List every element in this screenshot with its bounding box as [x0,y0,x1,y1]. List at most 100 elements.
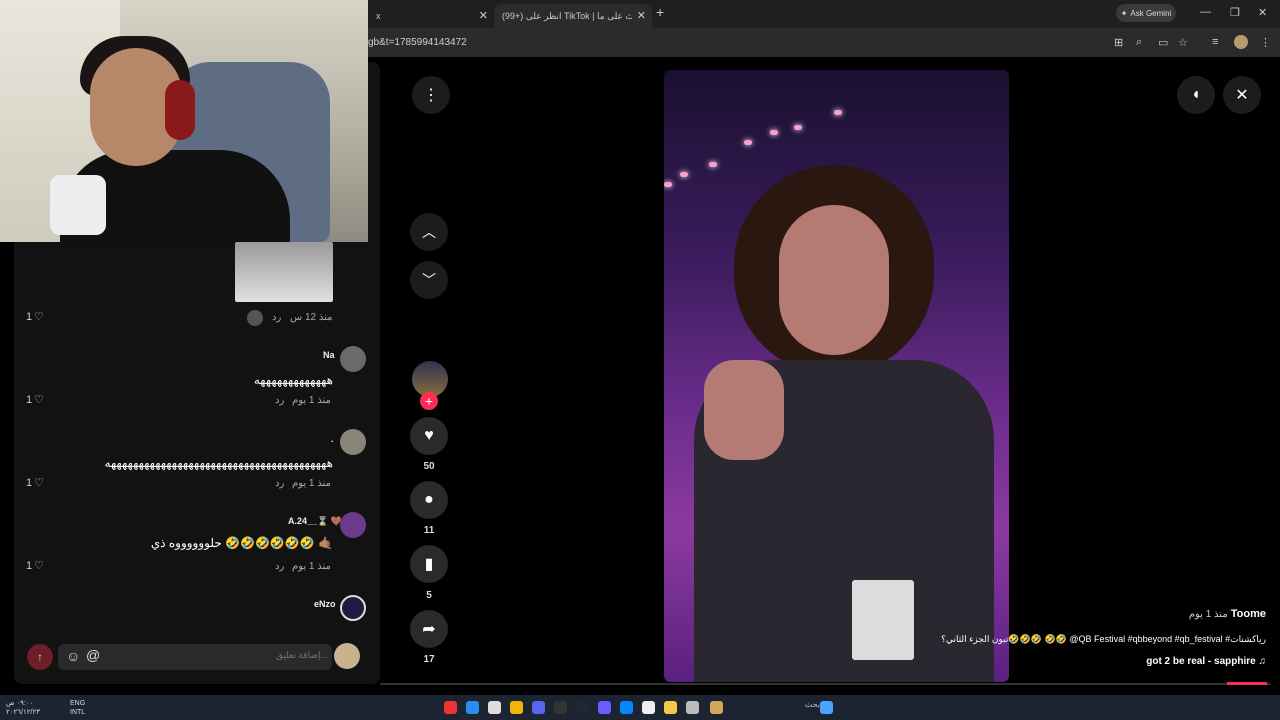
comment-time: منذ 1 يوم [292,395,331,406]
app-icon[interactable] [642,701,655,714]
comment-button[interactable]: ● [410,481,448,519]
gemini-icon: ✦ [1120,8,1128,18]
menu-dots-icon[interactable]: ⋮ [1260,36,1271,49]
discord-icon[interactable] [532,701,545,714]
save-button[interactable]: ▮ [410,545,448,583]
speaker-icon: ◖ [1191,86,1201,103]
avatar[interactable] [340,595,366,621]
comment-username[interactable]: eNzo [314,599,336,609]
save-count: 5 [426,590,432,601]
comment-username[interactable]: A.24__⌛ 🤎 [288,516,342,527]
comment-text: حلووووووه ذي 🤣🤣🤣🤣🤣🤣 🤙🏽 [150,536,333,550]
taskbar-search[interactable]: بحث [740,700,820,714]
close-window-icon[interactable]: ✕ [1258,6,1267,19]
restore-icon[interactable]: ❐ [1230,6,1240,19]
minimize-icon[interactable]: — [1200,6,1211,18]
webcam-overlay [0,0,368,242]
mention-icon[interactable]: @ [86,647,100,663]
heart-icon[interactable]: ♡ [34,393,44,406]
video-player[interactable] [664,70,1009,682]
taskbar-clock[interactable]: ٠٩:٠٠ ص ٢٠٢٦/١٢/٢٣ [6,699,40,717]
browser-tab-active[interactable]: (99+) انظر على TikTok | بحث على ما... ✕ [494,4,652,28]
caption-text: تبون الجزء الثاني؟🤣🤣🤣 🤣🤣 @QB Festival #q… [941,634,1266,644]
next-video-button[interactable]: ﹀ [410,261,448,299]
start-icon[interactable] [820,701,833,714]
reply-link[interactable]: رد [275,395,284,406]
reply-avatar [247,310,263,326]
emoji-icon[interactable]: ☺ [66,648,80,664]
comment-text: هههههههههههههههههههههههههههههههههههههههه… [104,456,333,470]
share-arrow-icon: ➦ [422,621,436,638]
ask-gemini-button[interactable]: ✦ Ask Gemini [1116,4,1176,22]
like-button[interactable]: ♥ [410,417,448,455]
steam-icon[interactable] [576,701,589,714]
taskbar-language[interactable]: ENG INTL [70,699,85,717]
zoom-icon[interactable]: ⌕ [1136,36,1142,49]
close-tab-icon[interactable]: ✕ [479,9,488,22]
share-count: 17 [423,654,435,665]
video-progress-track[interactable] [380,683,1270,685]
app-icon[interactable] [686,701,699,714]
reply-link[interactable]: رد [275,561,284,572]
app-icon[interactable] [598,701,611,714]
comment-like-count: 1 [26,477,33,489]
edge-icon[interactable] [620,701,633,714]
comment-image[interactable] [235,242,333,302]
folder-icon[interactable] [664,701,677,714]
bookmark-icon: ▮ [424,556,434,573]
comment-username[interactable]: . [331,434,334,444]
volume-button[interactable]: ◖ [1177,76,1215,114]
tab-label: (99+) انظر على TikTok | بحث على ما... [502,10,632,21]
comment-count: 11 [423,525,435,536]
app-icon[interactable] [466,701,479,714]
user-avatar [334,643,360,669]
extensions-icon[interactable]: ≡ [1212,36,1218,48]
url-text[interactable]: gb&t=1785994143472 [368,37,467,48]
comment-like-count: 1 [26,560,33,572]
chevron-down-icon: ﹀ [422,272,436,288]
music-note-icon: ♫ [1258,656,1267,667]
heart-icon[interactable]: ♡ [34,310,44,323]
browser-tab[interactable]: x ✕ [368,4,494,28]
comment-like-count: 1 [26,394,33,406]
terminal-icon[interactable] [554,701,567,714]
reply-link[interactable]: رد [272,312,281,323]
like-count: 50 [423,461,435,472]
chrome-icon[interactable] [510,701,523,714]
heart-icon: ♥ [424,427,434,444]
send-button[interactable]: ↑ [27,644,53,670]
profile-avatar[interactable] [1234,35,1248,49]
sound-link[interactable]: got 2 be real - sapphire ♫ [1146,656,1266,667]
more-options-button[interactable]: ⋮ [412,76,450,114]
close-video-button[interactable]: ✕ [1223,76,1261,114]
previous-video-button[interactable]: ︿ [410,213,448,251]
cast-icon[interactable]: ▭ [1158,36,1168,49]
heart-icon[interactable]: ♡ [34,476,44,489]
comment-time: منذ 1 يوم [292,561,331,572]
close-tab-icon[interactable]: ✕ [637,9,646,22]
avatar[interactable] [340,346,366,372]
app-icon[interactable] [710,701,723,714]
follow-button[interactable]: + [420,392,438,410]
tab-label: x [376,11,381,21]
avatar[interactable] [340,512,366,538]
close-icon: ✕ [1235,87,1249,104]
comment-username[interactable]: Na [323,350,335,360]
more-dots-icon: ⋮ [423,87,439,104]
reply-link[interactable]: رد [275,478,284,489]
comment-text: هههههههههههههه [253,373,333,387]
new-tab-icon[interactable]: + [656,4,664,20]
share-button[interactable]: ➦ [410,610,448,648]
arrow-up-icon: ↑ [37,650,43,664]
translate-icon[interactable]: ⊞ [1114,36,1123,49]
caption-header: منذ 1 يوم Toome [1189,608,1266,620]
bookmark-star-icon[interactable]: ☆ [1178,36,1188,49]
avatar[interactable] [340,429,366,455]
caption-username[interactable]: Toome [1231,608,1266,620]
caption-time: منذ 1 يوم [1188,609,1228,620]
tiktok-icon[interactable] [444,701,457,714]
taskbar [0,695,1280,720]
comment-input[interactable] [108,650,328,660]
heart-icon[interactable]: ♡ [34,559,44,572]
app-icon[interactable] [488,701,501,714]
